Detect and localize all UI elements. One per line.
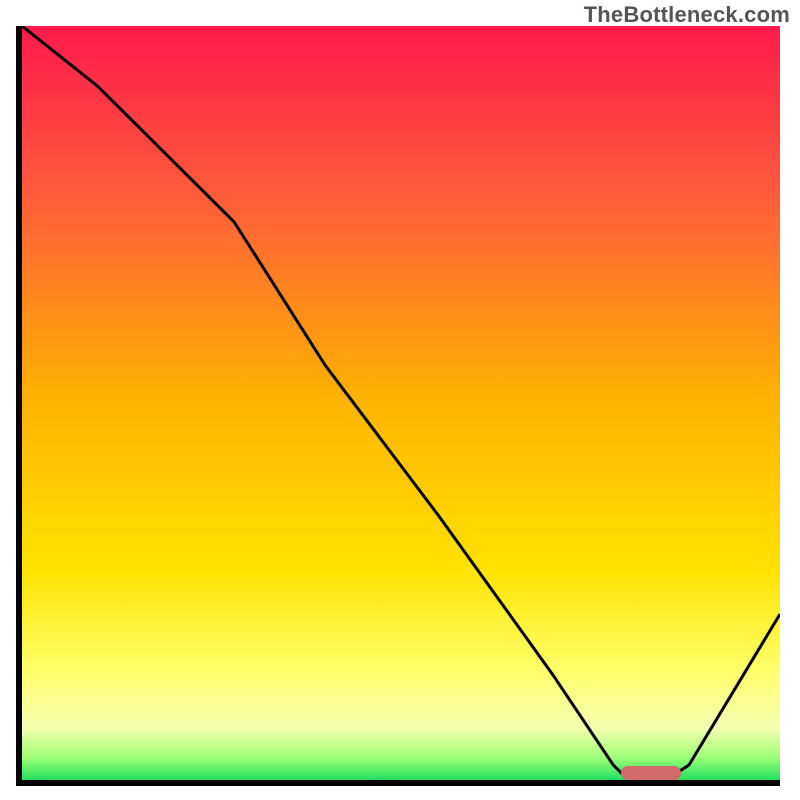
bottleneck-curve	[22, 26, 780, 780]
x-axis	[16, 780, 780, 786]
chart-container: TheBottleneck.com	[0, 0, 800, 800]
optimal-range-marker	[621, 766, 682, 780]
plot-area	[22, 26, 780, 780]
